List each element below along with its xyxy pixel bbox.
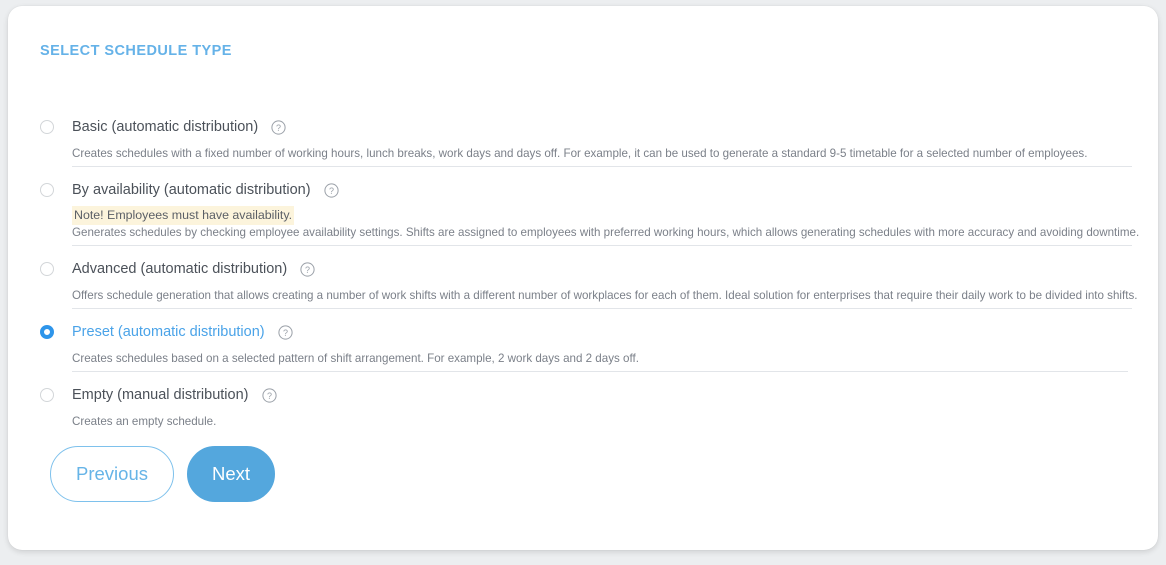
option-divider [72, 245, 1132, 246]
schedule-type-option-by-availability[interactable]: By availability (automatic distribution)… [40, 177, 1140, 246]
option-label-empty: Empty (manual distribution) [72, 387, 249, 403]
option-body: Note! Employees must have availability. … [72, 203, 1140, 246]
option-label-by-availability: By availability (automatic distribution) [72, 182, 311, 198]
option-description-by-availability: Generates schedules by checking employee… [72, 226, 1140, 239]
option-body: Creates schedules with a fixed number of… [72, 140, 1132, 167]
option-body: Creates schedules based on a selected pa… [72, 345, 1132, 372]
schedule-type-card: SELECT SCHEDULE TYPE Basic (automatic di… [8, 6, 1158, 550]
radio-by-availability[interactable] [40, 183, 54, 197]
option-label-advanced: Advanced (automatic distribution) [72, 261, 288, 277]
svg-text:?: ? [283, 327, 288, 337]
option-label-basic: Basic (automatic distribution) [72, 119, 259, 135]
option-divider [72, 166, 1132, 167]
option-header[interactable]: Basic (automatic distribution) ? [40, 114, 1132, 140]
question-mark-circle-icon[interactable]: ? [261, 387, 277, 403]
schedule-type-option-empty[interactable]: Empty (manual distribution) ? Creates an… [40, 382, 1132, 434]
svg-text:?: ? [276, 122, 281, 132]
svg-text:?: ? [329, 185, 334, 195]
radio-empty[interactable] [40, 388, 54, 402]
question-mark-circle-icon[interactable]: ? [271, 119, 286, 135]
wizard-button-bar: Previous Next [50, 446, 275, 502]
previous-button[interactable]: Previous [50, 446, 174, 502]
option-body: Creates an empty schedule. [72, 408, 1132, 434]
option-header[interactable]: Empty (manual distribution) ? [40, 382, 1132, 408]
option-header[interactable]: By availability (automatic distribution)… [40, 177, 1132, 203]
schedule-type-option-list: Basic (automatic distribution) ? Creates… [40, 114, 1140, 434]
option-header[interactable]: Preset (automatic distribution) ? [40, 319, 1132, 345]
option-label-preset: Preset (automatic distribution) [72, 324, 265, 340]
svg-text:?: ? [266, 390, 271, 400]
page-title: SELECT SCHEDULE TYPE [40, 43, 232, 59]
option-divider [72, 308, 1132, 309]
option-header[interactable]: Advanced (automatic distribution) ? [40, 256, 1132, 282]
question-mark-circle-icon[interactable]: ? [323, 182, 339, 198]
option-description-basic: Creates schedules with a fixed number of… [72, 147, 1088, 160]
svg-text:?: ? [305, 264, 310, 274]
option-description-advanced: Offers schedule generation that allows c… [72, 289, 1138, 302]
question-mark-circle-icon[interactable]: ? [300, 261, 315, 277]
radio-advanced[interactable] [40, 262, 54, 276]
radio-basic[interactable] [40, 120, 54, 134]
option-description-preset: Creates schedules based on a selected pa… [72, 352, 639, 365]
schedule-type-option-basic[interactable]: Basic (automatic distribution) ? Creates… [40, 114, 1132, 167]
option-body: Offers schedule generation that allows c… [72, 282, 1138, 309]
availability-note: Note! Employees must have availability. [72, 206, 295, 225]
schedule-type-option-advanced[interactable]: Advanced (automatic distribution) ? Offe… [40, 256, 1138, 309]
option-description-empty: Creates an empty schedule. [72, 415, 217, 428]
radio-preset[interactable] [40, 325, 54, 339]
question-mark-circle-icon[interactable]: ? [278, 324, 293, 340]
next-button[interactable]: Next [187, 446, 275, 502]
schedule-type-option-preset[interactable]: Preset (automatic distribution) ? Create… [40, 319, 1132, 372]
option-divider [72, 371, 1128, 372]
